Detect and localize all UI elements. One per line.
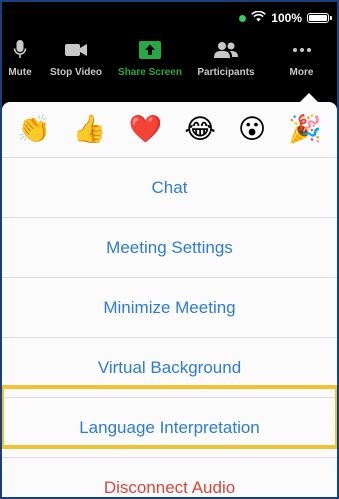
microphone-icon xyxy=(13,38,27,62)
more-button[interactable]: More xyxy=(266,38,337,84)
tears-of-joy-reaction[interactable]: 😂 xyxy=(184,116,216,143)
party-popper-reaction[interactable]: 🎉 xyxy=(288,116,322,143)
status-bar: 100% xyxy=(2,2,337,38)
share-screen-label: Share Screen xyxy=(118,67,182,78)
meeting-toolbar: Mute Stop Video Share Screen Participant… xyxy=(2,38,337,84)
menu-item-meeting-settings[interactable]: Meeting Settings xyxy=(2,218,337,278)
stop-video-button[interactable]: Stop Video xyxy=(38,38,114,84)
popover-pointer xyxy=(299,93,319,103)
mic-active-indicator-icon xyxy=(239,14,247,22)
more-dots-icon xyxy=(292,38,312,62)
clapping-hands-reaction[interactable]: 👏 xyxy=(17,116,51,143)
menu-item-minimize-meeting[interactable]: Minimize Meeting xyxy=(2,278,337,338)
menu-item-disconnect-audio[interactable]: Disconnect Audio xyxy=(2,458,337,497)
wifi-icon xyxy=(251,10,267,25)
thumbs-up-reaction[interactable]: 👍 xyxy=(73,116,107,143)
menu-item-chat[interactable]: Chat xyxy=(2,158,337,218)
participants-button[interactable]: Participants xyxy=(186,38,266,84)
screen-frame: 100% Mute Stop Video Share Screen Partic… xyxy=(0,0,339,499)
reactions-row: 👏 👍 ❤️ 😂 😮 🎉 xyxy=(2,102,337,158)
stop-video-label: Stop Video xyxy=(49,67,103,78)
battery-percentage: 100% xyxy=(271,11,302,25)
menu-item-virtual-background[interactable]: Virtual Background xyxy=(2,338,337,398)
share-screen-icon xyxy=(139,38,161,62)
menu-item-language-interpretation[interactable]: Language Interpretation xyxy=(2,398,337,458)
more-label: More xyxy=(289,67,314,78)
participants-label: Participants xyxy=(197,67,255,78)
mute-button[interactable]: Mute xyxy=(2,38,38,84)
heart-reaction[interactable]: ❤️ xyxy=(129,116,163,143)
status-indicators: 100% xyxy=(239,10,332,25)
more-menu-popover: 👏 👍 ❤️ 😂 😮 🎉 Chat Meeting Settings Minim… xyxy=(2,93,337,497)
participants-icon xyxy=(213,38,239,62)
video-camera-icon xyxy=(64,38,88,62)
open-mouth-reaction[interactable]: 😮 xyxy=(238,116,266,143)
share-screen-button[interactable]: Share Screen xyxy=(114,38,186,84)
battery-icon xyxy=(307,13,332,23)
mute-label: Mute xyxy=(8,67,32,78)
